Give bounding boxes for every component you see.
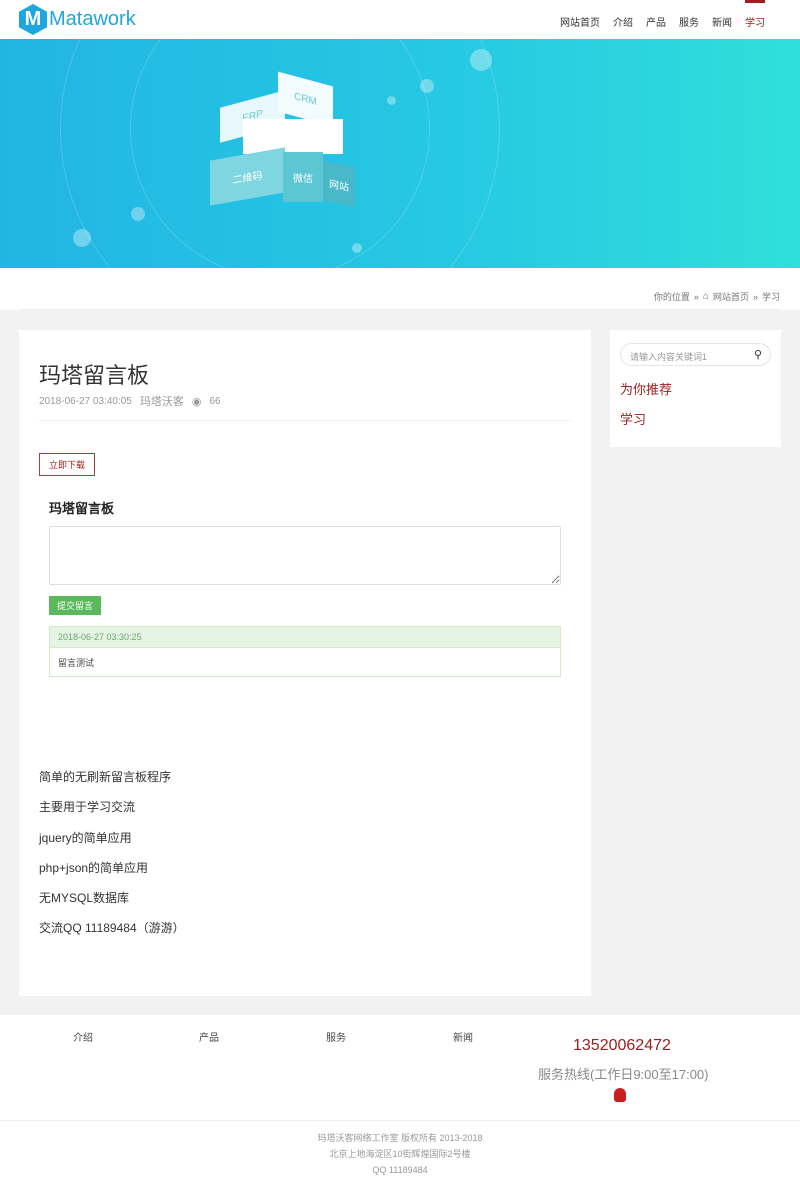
- divider: [39, 420, 571, 421]
- hero-banner: ERP CRM 二维码 微信 网站: [0, 39, 800, 268]
- footer-nav-services[interactable]: 服务: [326, 1029, 346, 1044]
- article-body: 简单的无刷新留言板程序 主要用于学习交流 jquery的简单应用 php+jso…: [39, 768, 185, 950]
- search-icon[interactable]: ⚲: [754, 348, 762, 361]
- divider: [0, 1120, 800, 1121]
- message-input[interactable]: [49, 526, 561, 585]
- body-line: 无MYSQL数据库: [39, 891, 130, 906]
- breadcrumb-sep: »: [693, 291, 699, 302]
- download-button[interactable]: 立即下载: [39, 453, 95, 476]
- breadcrumb-bar: 你的位置 » ⌂ 网站首页 » 学习: [0, 268, 800, 310]
- nav-home[interactable]: 网站首页: [560, 14, 600, 29]
- copyright-text: 玛塔沃客网络工作室 版权所有 2013-2018: [317, 1133, 483, 1143]
- message-item: 2018-06-27 03:30:25 留言测试: [49, 626, 561, 677]
- decor-dot: [387, 96, 396, 105]
- footer-phone: 13520062472: [573, 1037, 671, 1054]
- qq-icon[interactable]: [614, 1088, 626, 1102]
- submit-message-button[interactable]: 提交留言: [49, 596, 101, 615]
- cube-top: [243, 119, 343, 154]
- main-nav: 网站首页 介绍 产品 服务 新闻 学习: [560, 0, 765, 29]
- footer-nav-intro[interactable]: 介绍: [73, 1029, 93, 1044]
- article-panel: 玛塔留言板 2018-06-27 03:40:05 玛塔沃客 ◉ 66 立即下载…: [19, 330, 591, 996]
- header: M Matawork 网站首页 介绍 产品 服务 新闻 学习: [0, 0, 800, 39]
- recommend-heading: 为你推荐: [620, 382, 673, 397]
- article-date: 2018-06-27 03:40:05: [39, 395, 132, 407]
- sidebar: 请输入内容关键词1 ⚲ 为你推荐 学习: [610, 330, 781, 447]
- breadcrumb: 你的位置 » ⌂ 网站首页 » 学习: [654, 290, 780, 303]
- category-link[interactable]: 学习: [620, 409, 646, 428]
- footer-nav-news[interactable]: 新闻: [453, 1029, 473, 1044]
- message-time: 2018-06-27 03:30:25: [50, 627, 560, 648]
- logo-text: Matawork: [49, 8, 136, 30]
- board-title: 玛塔留言板: [49, 501, 115, 516]
- home-icon: ⌂: [702, 291, 709, 302]
- eye-icon: ◉: [191, 395, 202, 408]
- logo[interactable]: M Matawork: [19, 4, 136, 35]
- search-placeholder: 请输入内容关键词1: [630, 352, 708, 362]
- breadcrumb-current[interactable]: 学习: [762, 290, 780, 303]
- footer-nav-products[interactable]: 产品: [199, 1029, 219, 1044]
- qq-text: QQ 11189484: [372, 1165, 428, 1175]
- nav-learning[interactable]: 学习: [745, 0, 765, 29]
- decor-dot: [352, 243, 362, 253]
- message-text: 留言测试: [58, 658, 95, 668]
- body-line: 简单的无刷新留言板程序: [39, 770, 172, 784]
- nav-news[interactable]: 新闻: [712, 14, 732, 29]
- address-text: 北京上地海淀区10街辉煌国际2号楼: [329, 1149, 471, 1159]
- nav-products[interactable]: 产品: [646, 14, 666, 29]
- decor-dot: [420, 79, 434, 93]
- cube-qrcode: 二维码: [210, 147, 285, 206]
- breadcrumb-prefix: 你的位置: [653, 292, 690, 302]
- breadcrumb-sep: »: [752, 291, 758, 302]
- body-line: jquery的简单应用: [39, 830, 132, 845]
- body-line: php+json的简单应用: [39, 860, 149, 875]
- body-line: 交流QQ 11189484（游游）: [39, 921, 185, 936]
- article-author: 玛塔沃客: [139, 396, 184, 408]
- product-cube-graphic: ERP CRM 二维码 微信 网站: [208, 71, 358, 214]
- cube-website: 网站: [323, 161, 355, 207]
- article-meta: 2018-06-27 03:40:05 玛塔沃客 ◉ 66: [39, 393, 221, 409]
- search-input[interactable]: 请输入内容关键词1 ⚲: [620, 343, 771, 366]
- nav-intro[interactable]: 介绍: [613, 14, 633, 29]
- body-line: 主要用于学习交流: [39, 800, 136, 815]
- article-title: 玛塔留言板: [39, 363, 150, 388]
- footer-hotline: 服务热线(工作日9:00至17:00): [538, 1067, 709, 1082]
- decor-dot: [470, 49, 492, 71]
- breadcrumb-home[interactable]: 网站首页: [713, 290, 749, 303]
- decor-dot: [73, 229, 91, 247]
- nav-services[interactable]: 服务: [679, 14, 699, 29]
- decor-dot: [131, 207, 145, 221]
- article-views: 66: [209, 395, 221, 407]
- cube-wechat: 微信: [283, 152, 323, 202]
- logo-mark: M: [19, 4, 47, 35]
- copyright: 玛塔沃客网络工作室 版权所有 2013-2018 北京上地海淀区10街辉煌国际2…: [0, 1130, 800, 1178]
